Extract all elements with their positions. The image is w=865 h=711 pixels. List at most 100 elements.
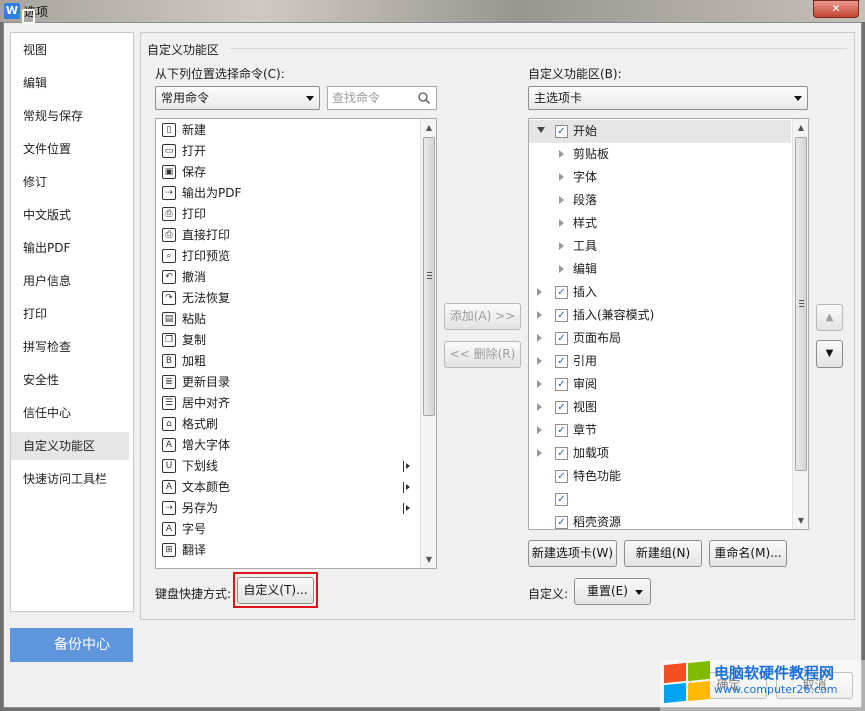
rename-button[interactable]: 重命名(M)... [709,540,787,567]
tab-checkbox[interactable]: ✓ [555,447,568,460]
tab-checkbox[interactable]: ✓ [555,355,568,368]
ribbon-tree[interactable]: ✓ 稻壳资源 ✓ ✓ 特色功能 ✓ 加载项 ✓ 章节 ✓ 视图 ✓ 审阅 ✓ 引用 ✓ 页面布局 ✓ 插入(兼容模式… [528,118,809,530]
expand-closed-icon[interactable] [537,311,542,319]
expand-closed-icon[interactable] [559,196,564,204]
command-item[interactable]: ▭ 打开 [156,141,419,162]
ribbon-tree-item[interactable]: ✓ 引用 [529,350,791,373]
nav-item[interactable]: 安全性 [11,366,129,394]
command-item[interactable]: B 加粗 [156,351,419,372]
ribbon-tree-item[interactable]: ✓ 加载项 [529,442,791,465]
expand-closed-icon[interactable] [537,426,542,434]
command-list[interactable]: ⊞ 翻译 A 字号 ⇢ 另存为 A 文本颜色 U 下划线 A 增大字体 ⌂ 格式刷 ☰ 居中对齐 ≣ 更新目录 B 加… [155,118,437,569]
command-item[interactable]: ⌂ 格式刷 [156,414,419,435]
command-list-scrollbar[interactable]: ▲ ▼ [420,119,436,568]
ribbon-tree-item[interactable]: 剪贴板 [529,143,791,166]
command-item[interactable]: ▤ 粘贴 [156,309,419,330]
command-item[interactable]: ↷ 无法恢复 [156,288,419,309]
tab-checkbox[interactable]: ✓ [555,332,568,345]
new-tab-button[interactable]: 新建选项卡(W) [528,540,617,567]
nav-item[interactable]: 输出PDF [11,234,129,262]
tab-checkbox[interactable]: ✓ [555,286,568,299]
ribbon-tree-item[interactable]: 工具 [529,235,791,258]
command-item[interactable]: ⇢ 输出为PDF [156,183,419,204]
command-item[interactable]: ▯ 新建 [156,120,419,141]
expand-closed-icon[interactable] [559,150,564,158]
tab-checkbox[interactable]: ✓ [555,470,568,483]
tab-checkbox[interactable]: ✓ [555,493,568,506]
command-item[interactable]: ⎙ 直接打印 [156,225,419,246]
ribbon-tree-item[interactable]: 样式 [529,212,791,235]
nav-item[interactable]: 打印 [11,300,129,328]
tab-checkbox[interactable]: ✓ [555,401,568,414]
command-item[interactable]: U 下划线 [156,456,419,477]
nav-item[interactable]: 修订 [11,168,129,196]
expand-open-icon[interactable] [537,127,545,133]
tab-checkbox[interactable]: ✓ [555,309,568,322]
ribbon-tree-item[interactable]: ✓ 特色功能 [529,465,791,488]
ribbon-tree-item[interactable]: ✓ [529,488,791,511]
scroll-thumb[interactable] [423,137,435,416]
command-item[interactable]: ▣ 保存 [156,162,419,183]
tab-checkbox[interactable]: ✓ [555,424,568,437]
nav-item[interactable]: 自定义功能区 [11,432,129,460]
expand-closed-icon[interactable] [559,219,564,227]
ribbon-tree-item[interactable]: ✓ 开始 [529,120,791,143]
expand-closed-icon[interactable] [559,265,564,273]
ribbon-tree-item[interactable]: ✓ 插入(兼容模式) [529,304,791,327]
tab-checkbox[interactable]: ✓ [555,378,568,391]
nav-item[interactable]: 文件位置 [11,135,129,163]
expand-closed-icon[interactable] [559,173,564,181]
command-source-select[interactable]: 常用命令 [155,86,320,110]
reset-button[interactable]: 重置(E) [574,578,651,605]
nav-item[interactable]: 中文版式 [11,201,129,229]
tab-checkbox[interactable]: ✓ [555,125,568,138]
scroll-up-icon[interactable]: ▲ [421,119,436,136]
expand-closed-icon[interactable] [537,357,542,365]
window-close-button[interactable]: ✕ [813,0,859,18]
remove-button[interactable]: << 删除(R) [444,341,521,368]
command-search-input[interactable]: 查找命令 [327,86,437,110]
ribbon-tree-item[interactable]: ✓ 稻壳资源 [529,511,791,529]
expand-closed-icon[interactable] [537,449,542,457]
backup-center-button[interactable]: 备份中心 [10,628,133,662]
nav-item[interactable]: 拼写检查 [11,333,129,361]
ribbon-tree-scrollbar[interactable]: ▲ ▼ [792,119,808,529]
nav-item[interactable]: 信任中心 [11,399,129,427]
add-button[interactable]: 添加(A) >> [444,303,521,330]
scroll-thumb[interactable] [795,137,807,471]
ribbon-tree-item[interactable]: ✓ 页面布局 [529,327,791,350]
command-item[interactable]: ❐ 复制 [156,330,419,351]
nav-item[interactable]: 用户信息 [11,267,129,295]
scroll-up-icon[interactable]: ▲ [793,119,808,136]
command-item[interactable]: A 字号 [156,519,419,540]
ribbon-tree-item[interactable]: 段落 [529,189,791,212]
expand-closed-icon[interactable] [537,288,542,296]
nav-item[interactable]: 快速访问工具栏 [11,465,129,493]
ribbon-tree-item[interactable]: ✓ 章节 [529,419,791,442]
scroll-down-icon[interactable]: ▼ [793,512,808,529]
expand-closed-icon[interactable] [537,380,542,388]
nav-item[interactable]: 常规与保存 [11,102,129,130]
command-item[interactable]: ≣ 更新目录 [156,372,419,393]
ribbon-tree-item[interactable]: ✓ 视图 [529,396,791,419]
ribbon-tree-item[interactable]: ✓ 插入 [529,281,791,304]
expand-closed-icon[interactable] [537,403,542,411]
ribbon-tabs-select[interactable]: 主选项卡 [528,86,808,110]
command-item[interactable]: ⊞ 翻译 [156,540,419,561]
command-item[interactable]: ↶ 撤消 [156,267,419,288]
command-item[interactable]: ⎙ 打印 [156,204,419,225]
command-item[interactable]: ☰ 居中对齐 [156,393,419,414]
move-up-button[interactable]: ▲ [816,304,843,331]
new-group-button[interactable]: 新建组(N) [624,540,702,567]
scroll-down-icon[interactable]: ▼ [421,551,436,568]
tab-checkbox[interactable]: ✓ [555,516,568,529]
command-item[interactable]: ⇢ 另存为 [156,498,419,519]
command-item[interactable]: A 增大字体 [156,435,419,456]
command-item[interactable]: ⌕ 打印预览 [156,246,419,267]
ribbon-tree-item[interactable]: 编辑 [529,258,791,281]
nav-item[interactable]: 视图 [11,36,129,64]
move-down-button[interactable]: ▼ [816,340,843,368]
ribbon-tree-item[interactable]: ✓ 审阅 [529,373,791,396]
expand-closed-icon[interactable] [559,242,564,250]
command-item[interactable]: A 文本颜色 [156,477,419,498]
